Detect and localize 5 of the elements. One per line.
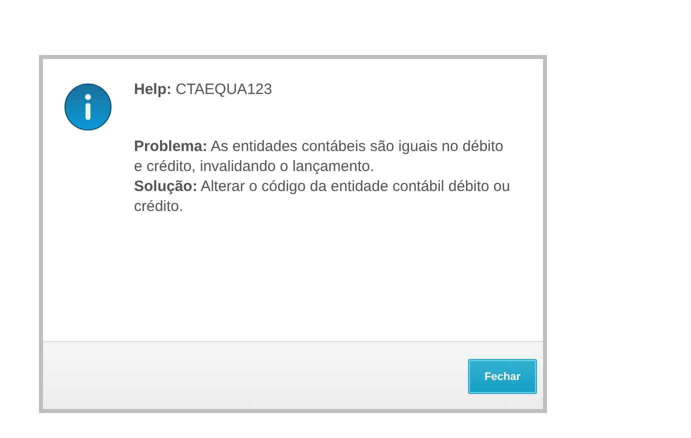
info-icon	[64, 83, 112, 131]
help-code: Help: CTAEQUA123	[134, 80, 274, 100]
problem-text: Problema: As entidades contábeis são iguais no débito e crédito, invalidando o lançamento.	[134, 137, 504, 177]
close-button[interactable]: Fechar	[468, 359, 537, 394]
solution-text: Solução: Alterar o código da entidade contábil débito ou crédito.	[134, 177, 512, 217]
